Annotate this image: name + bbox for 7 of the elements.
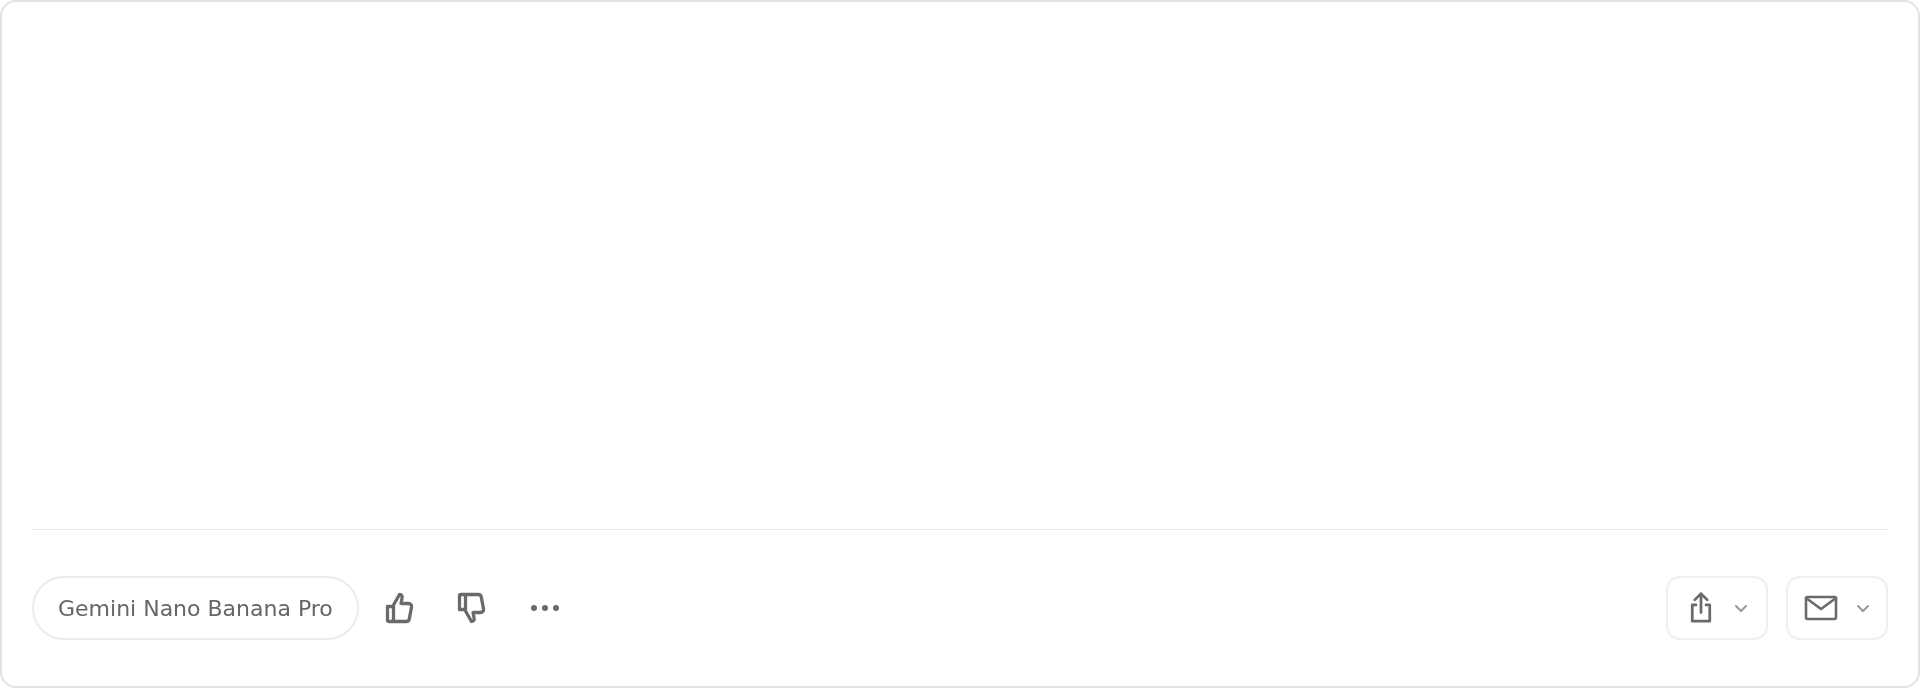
share-button[interactable] (1666, 576, 1768, 640)
model-chip[interactable]: Gemini Nano Banana Pro (32, 576, 359, 640)
more-icon (529, 604, 560, 612)
mail-icon (1804, 594, 1838, 622)
email-button[interactable] (1786, 576, 1888, 640)
caret-icon (1856, 603, 1870, 613)
caret-icon (1734, 603, 1748, 613)
